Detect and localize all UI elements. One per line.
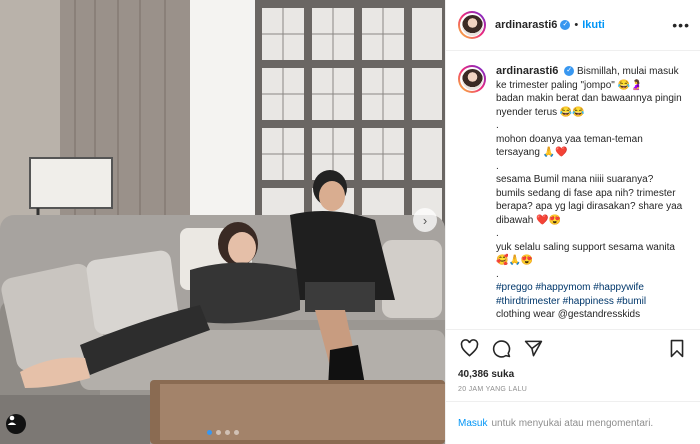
caption-line: . [496, 160, 499, 172]
login-prompt-text: untuk menyukai atau mengomentari. [491, 417, 654, 429]
caption-line: yuk selalu saling support sesama wanita … [496, 241, 678, 267]
comment-button[interactable] [490, 338, 512, 360]
carousel-next-button[interactable]: › [413, 208, 437, 232]
user-tag-icon [7, 415, 17, 425]
caption: ardinarasti6 ✓ Bismillah, mulai masuk ke… [458, 65, 690, 322]
carousel-dot-2 [215, 430, 221, 435]
photo-illustration [0, 0, 445, 444]
caption-text: ardinarasti6 ✓ Bismillah, mulai masuk ke… [496, 65, 684, 322]
verified-badge-icon: ✓ [560, 20, 571, 30]
login-prompt: Masuk untuk menyukai atau mengomentari. [446, 401, 700, 444]
carousel-dot-3 [224, 430, 230, 435]
more-options-icon[interactable]: ••• [672, 17, 690, 33]
hashtag-links[interactable]: #preggo #happymom #happywife #thirdtrime… [496, 281, 684, 308]
chevron-right-icon: › [422, 212, 428, 228]
caption-line: . [496, 268, 499, 280]
save-button[interactable] [666, 338, 688, 360]
avatar[interactable] [458, 11, 486, 39]
like-count[interactable]: 40,386 suka [446, 367, 700, 383]
caption-fade [446, 321, 700, 329]
header-separator: • [574, 19, 579, 31]
share-button[interactable] [522, 338, 544, 360]
bookmark-icon [670, 339, 684, 358]
comment-icon [492, 340, 510, 358]
avatar-image [461, 68, 483, 90]
caption-avatar[interactable] [458, 65, 486, 93]
carousel-dot-1 [206, 430, 212, 435]
like-button[interactable] [458, 338, 480, 360]
caption-line: . [496, 228, 499, 239]
username-link[interactable]: ardinarasti6 [495, 19, 557, 31]
follow-button[interactable]: Ikuti [582, 19, 605, 31]
login-link[interactable]: Masuk [458, 418, 487, 429]
caption-line: badan makin berat dan bawaannya pingin n… [496, 93, 685, 118]
post-header: ardinarasti6 ✓ • Ikuti ••• [446, 0, 700, 51]
heart-icon [460, 339, 478, 357]
caption-cut-line: clothing wear @gestandresskids [496, 309, 641, 320]
instagram-post: › ardinarasti6 ✓ • Ikuti ••• ardinarasti… [0, 0, 700, 444]
carousel-dot-4 [233, 430, 239, 435]
share-icon [524, 340, 542, 357]
caption-line: . [496, 120, 499, 131]
caption-line: sesama Bumil mana niiii suaranya? bumils… [496, 174, 686, 226]
caption-area: ardinarasti6 ✓ Bismillah, mulai masuk ke… [446, 51, 700, 329]
user-tag-button[interactable] [6, 414, 26, 434]
action-bar [446, 329, 700, 367]
post-timestamp[interactable]: 20 JAM YANG LALU [446, 383, 700, 401]
caption-username[interactable]: ardinarasti6 [496, 65, 558, 77]
caption-line: mohon doanya yaa teman-teman tersayang 🙏… [496, 133, 646, 159]
carousel-indicator [206, 430, 239, 435]
avatar-image [461, 14, 483, 36]
verified-badge-icon: ✓ [564, 66, 575, 77]
post-sidebar: ardinarasti6 ✓ • Ikuti ••• ardinarasti6 … [445, 0, 700, 444]
post-photo[interactable]: › [0, 0, 445, 444]
